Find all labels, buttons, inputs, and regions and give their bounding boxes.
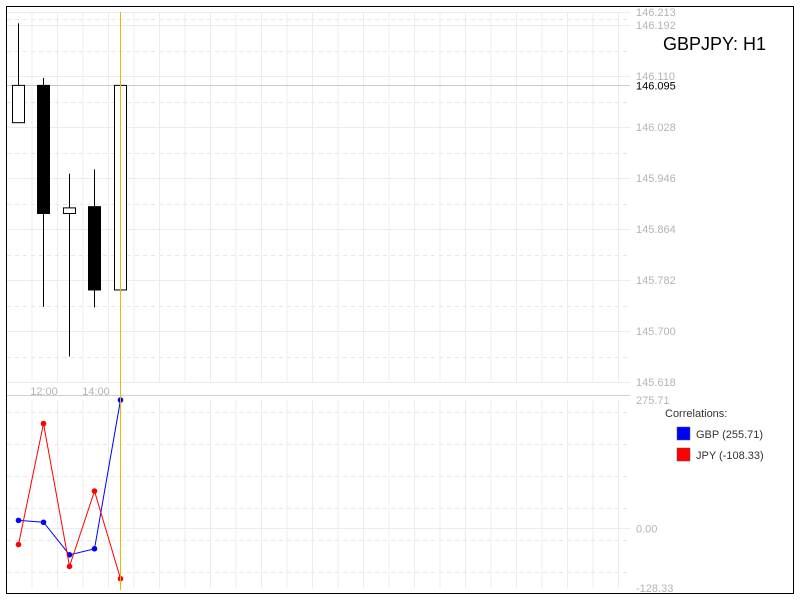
- series-point: [91, 545, 98, 552]
- correlation-tick-label: 0.00: [636, 523, 657, 535]
- legend-swatch-jpy: [676, 447, 691, 462]
- legend-label-gbp: GBP (255.71): [696, 429, 763, 441]
- price-tick-label: 145.864: [636, 224, 676, 236]
- price-tick-label: 146.213: [636, 7, 676, 19]
- candle: [37, 77, 50, 307]
- chart-title: GBPJPY: H1: [663, 34, 766, 54]
- candle-body: [88, 206, 101, 291]
- price-tick-label: 145.782: [636, 275, 676, 287]
- candle-body: [12, 84, 25, 124]
- series-point: [15, 517, 22, 524]
- time-tick-label: 12:00: [30, 386, 58, 398]
- price-tick-label: 146.028: [636, 122, 676, 134]
- candles: [12, 23, 127, 371]
- correlation-grid: [7, 400, 630, 588]
- price-tick-label: 146.192: [636, 20, 676, 32]
- chart-canvas: 146.213146.192146.110146.028145.946145.8…: [6, 6, 794, 595]
- price-tick-label: 145.618: [636, 377, 676, 389]
- time-tick-label: 14:00: [82, 386, 110, 398]
- current-price-label: 146.095: [636, 81, 676, 93]
- candle: [12, 23, 25, 124]
- candle-body: [63, 207, 76, 214]
- series-point: [15, 541, 22, 548]
- time-axis: 12:00 14:00: [30, 386, 110, 398]
- candle: [88, 169, 101, 308]
- price-axis: 146.213146.192146.110146.028145.946145.8…: [636, 7, 676, 389]
- series-point: [40, 519, 47, 526]
- price-tick-label: 145.946: [636, 173, 676, 185]
- legend-title: Correlations:: [665, 408, 727, 420]
- price-tick-label: 145.700: [636, 326, 676, 338]
- correlation-legend: Correlations: GBP (255.71) JPY (-108.33): [665, 408, 764, 462]
- correlation-axis: 275.71 0.00 -128.33: [636, 395, 673, 595]
- series-point: [91, 488, 98, 494]
- correlation-tick-label: -128.33: [636, 583, 673, 595]
- price-grid: [7, 12, 630, 383]
- legend-label-jpy: JPY (-108.33): [696, 450, 764, 462]
- candle: [63, 173, 76, 357]
- series-line: [18, 399, 121, 556]
- legend-swatch-gbp: [676, 426, 691, 441]
- series-point: [40, 420, 47, 427]
- correlation-tick-label: 275.71: [636, 395, 670, 407]
- candle-body: [37, 84, 50, 214]
- series-point: [66, 563, 73, 570]
